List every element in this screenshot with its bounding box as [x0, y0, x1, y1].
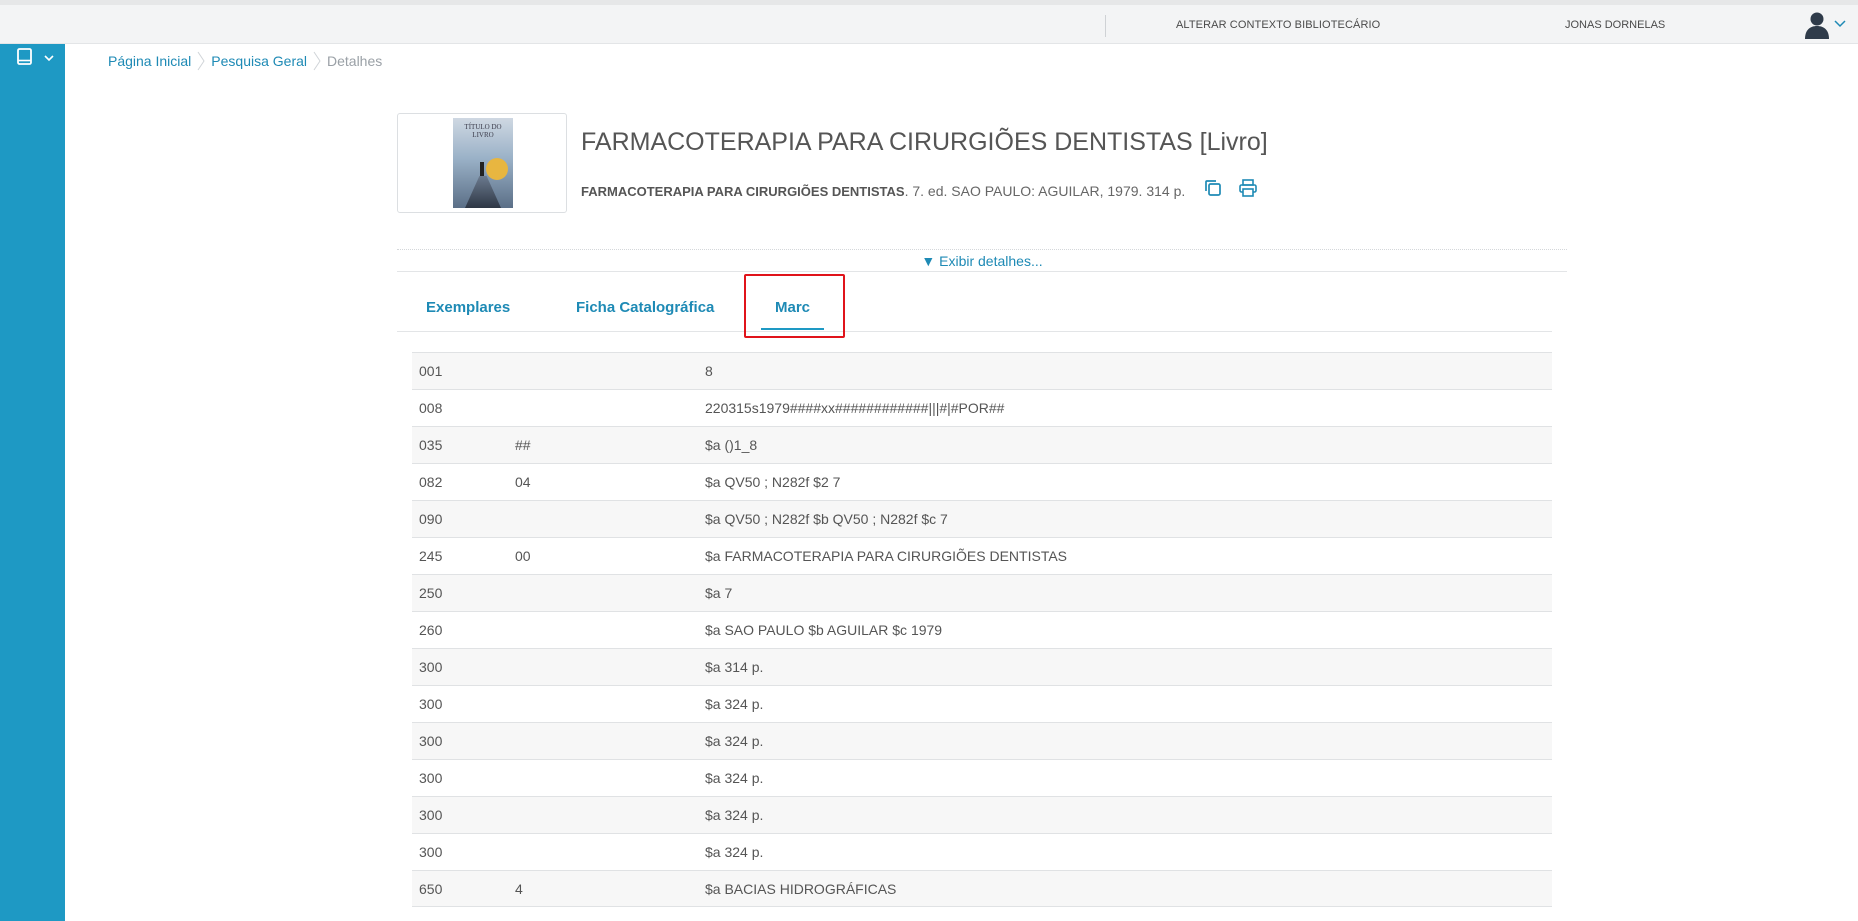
marc-table: 001 8 008 220315s1979####xx############|||… [412, 352, 1552, 907]
marc-tag: 650 [419, 881, 443, 897]
marc-tag: 300 [419, 770, 443, 786]
marc-value: $a 324 p. [705, 807, 764, 823]
table-row: 300 $a 324 p. [412, 722, 1552, 759]
tab-bar: Exemplares Ficha Catalográfica Marc [397, 275, 1552, 332]
book-reference-title: FARMACOTERAPIA PARA CIRURGIÕES DENTISTAS [581, 184, 905, 199]
marc-value: $a 324 p. [705, 844, 764, 860]
marc-tag: 250 [419, 585, 443, 601]
marc-value: $a 324 p. [705, 770, 764, 786]
table-row: 245 00 $a FARMACOTERAPIA PARA CIRURGIÕES D… [412, 537, 1552, 574]
user-name[interactable]: JONAS DORNELAS [1565, 19, 1665, 31]
marc-value: $a 324 p. [705, 696, 764, 712]
marc-indicator: 04 [515, 474, 531, 490]
table-row: 008 220315s1979####xx############|||#|#PO… [412, 389, 1552, 426]
breadcrumb-current: Detalhes [327, 53, 383, 69]
marc-value: $a FARMACOTERAPIA PARA CIRURGIÕES DENTIS… [705, 548, 1068, 564]
chevron-down-icon[interactable] [1833, 17, 1847, 31]
table-row: 300 $a 324 p. [412, 759, 1552, 796]
breadcrumb: Página Inicial Pesquisa Geral Detalhes [108, 51, 382, 71]
table-row: 250 $a 7 [412, 574, 1552, 611]
table-row: 300 $a 324 p. [412, 796, 1552, 833]
marc-indicator: ## [515, 437, 531, 453]
change-library-context-link[interactable]: ALTERAR CONTEXTO BIBLIOTECÁRIO [1176, 19, 1380, 31]
print-icon[interactable] [1238, 178, 1258, 198]
marc-value: $a BACIAS HIDROGRÁFICAS [705, 881, 897, 897]
topbar-divider [1105, 15, 1106, 37]
marc-tag: 001 [419, 363, 443, 379]
marc-value: $a 324 p. [705, 733, 764, 749]
table-row: 035 ## $a ()1_8 [412, 426, 1552, 463]
book-reference-details: . 7. ed. SAO PAULO: AGUILAR, 1979. 314 p… [904, 183, 1186, 199]
marc-value: $a 314 p. [705, 659, 764, 675]
top-bar: ALTERAR CONTEXTO BIBLIOTECÁRIO JONAS DOR… [0, 0, 1858, 44]
breadcrumb-search[interactable]: Pesquisa Geral [211, 53, 307, 69]
book-reference: FARMACOTERAPIA PARA CIRURGIÕES DENTISTAS… [581, 183, 1185, 199]
marc-tag: 300 [419, 659, 443, 675]
breadcrumb-home[interactable]: Página Inicial [108, 53, 191, 69]
marc-tag: 300 [419, 696, 443, 712]
table-row: 082 04 $a QV50 ; N282f $2 7 [412, 463, 1552, 500]
table-row: 090 $a QV50 ; N282f $b QV50 ; N282f $c 7 [412, 500, 1552, 537]
marc-tag: 300 [419, 844, 443, 860]
marc-value: $a ()1_8 [705, 437, 758, 453]
marc-tag: 300 [419, 807, 443, 823]
table-row: 260 $a SAO PAULO $b AGUILAR $c 1979 [412, 611, 1552, 648]
book-cover-frame: TÍTULO DO LIVRO [397, 113, 567, 213]
cover-pier [465, 176, 501, 208]
breadcrumb-separator-icon [197, 51, 205, 71]
marc-tag: 260 [419, 622, 443, 638]
table-row: 001 8 [412, 352, 1552, 389]
breadcrumb-separator-icon [313, 51, 321, 71]
user-avatar-icon[interactable] [1802, 10, 1832, 40]
highlight-box [744, 274, 845, 338]
marc-value: $a QV50 ; N282f $2 7 [705, 474, 841, 490]
table-row: 300 $a 324 p. [412, 685, 1552, 722]
marc-value: $a 7 [705, 585, 733, 601]
tab-exemplares[interactable]: Exemplares [426, 299, 510, 316]
table-row: 300 $a 314 p. [412, 648, 1552, 685]
copy-icon[interactable] [1203, 178, 1223, 198]
marc-tag: 082 [419, 474, 443, 490]
sidebar [0, 44, 65, 921]
cover-seal [486, 158, 508, 180]
table-row: 650 4 $a BACIAS HIDROGRÁFICAS [412, 870, 1552, 907]
marc-tag: 035 [419, 437, 443, 453]
marc-indicator: 00 [515, 548, 531, 564]
marc-value: 220315s1979####xx############|||#|#POR## [705, 400, 1005, 416]
book-icon[interactable] [16, 48, 34, 66]
cover-title-text: TÍTULO DO LIVRO [464, 123, 502, 139]
marc-value: $a QV50 ; N282f $b QV50 ; N282f $c 7 [705, 511, 948, 527]
marc-tag: 090 [419, 511, 443, 527]
cover-figure [480, 162, 484, 176]
marc-tag: 300 [419, 733, 443, 749]
marc-tag: 008 [419, 400, 443, 416]
show-details-toggle[interactable]: ▼ Exibir detalhes... [397, 249, 1567, 272]
marc-value: 8 [705, 363, 713, 379]
marc-tag: 245 [419, 548, 443, 564]
tab-ficha-catalografica[interactable]: Ficha Catalográfica [576, 299, 714, 316]
table-row: 300 $a 324 p. [412, 833, 1552, 870]
marc-indicator: 4 [515, 881, 523, 897]
chevron-down-icon[interactable] [43, 53, 55, 63]
book-title: FARMACOTERAPIA PARA CIRURGIÕES DENTISTAS… [581, 128, 1268, 156]
book-cover-image: TÍTULO DO LIVRO [453, 118, 513, 208]
marc-value: $a SAO PAULO $b AGUILAR $c 1979 [705, 622, 943, 638]
